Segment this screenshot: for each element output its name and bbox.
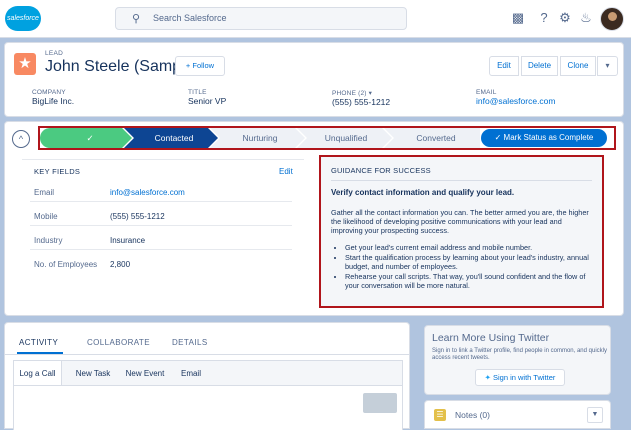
key-field-value: 2,800 — [110, 260, 131, 269]
activity-card: ACTIVITY COLLABORATE DETAILS Log a Call … — [4, 322, 410, 430]
notifications-bell-icon[interactable]: ♨ — [578, 10, 594, 26]
field-label: TITLE — [188, 89, 207, 96]
twitter-bird-icon: ✦ — [484, 373, 491, 382]
follow-button[interactable]: + Follow — [175, 56, 225, 76]
notes-card: ☰ Notes (0) ▼ — [424, 400, 611, 429]
edit-button[interactable]: Edit — [489, 56, 519, 76]
complete-check-icon: ✓ — [86, 133, 94, 143]
stage-label: Converted — [416, 133, 456, 143]
app-launcher-icon[interactable]: ▩ — [510, 10, 526, 26]
subtab-email[interactable]: Email — [174, 361, 208, 386]
user-avatar[interactable] — [600, 7, 624, 31]
record-header: ★ LEAD John Steele (Sample) + Follow Edi… — [4, 42, 624, 117]
collapse-path-toggle[interactable]: ^ — [12, 130, 30, 148]
subtab-new-task[interactable]: New Task — [70, 361, 116, 386]
twitter-title: Learn More Using Twitter — [432, 332, 550, 344]
field-phone[interactable]: PHONE (2) ▾ (555) 555-1212 — [332, 89, 390, 107]
mark-status-complete-button[interactable]: ✓ Mark Status as Complete — [481, 129, 607, 147]
path-labels: ✓ Contacted Nurturing Unqualified Conver… — [40, 128, 480, 148]
key-field-label: Email — [34, 188, 55, 197]
field-value: BigLife Inc. — [32, 96, 75, 106]
field-label[interactable]: PHONE (2) ▾ — [332, 89, 390, 97]
field-value: Senior VP — [188, 96, 227, 106]
subtab-log-a-call[interactable]: Log a Call — [14, 361, 62, 386]
twitter-description: Sign in to link a Twitter profile, find … — [432, 348, 607, 361]
clone-button[interactable]: Clone — [560, 56, 596, 76]
stage-label: Nurturing — [242, 133, 278, 143]
search-placeholder: Search Salesforce — [153, 13, 227, 23]
key-fields-title: KEY FIELDS — [34, 167, 81, 176]
help-icon[interactable]: ? — [536, 10, 552, 25]
publisher-body — [13, 385, 403, 430]
key-field-label: Industry — [34, 236, 63, 245]
email-link[interactable]: info@salesforce.com — [476, 96, 556, 106]
search-icon: ⚲ — [132, 13, 141, 25]
key-field-email-link[interactable]: info@salesforce.com — [110, 188, 185, 197]
more-actions-dropdown[interactable]: ▾ — [597, 56, 618, 76]
twitter-card: Learn More Using Twitter Sign in to link… — [424, 325, 611, 395]
notes-title[interactable]: Notes (0) — [455, 410, 490, 420]
twitter-button-label: Sign in with Twitter — [493, 373, 556, 382]
field-label: COMPANY — [32, 89, 66, 96]
field-company: COMPANY BigLife Inc. — [32, 89, 74, 106]
salesforce-logo[interactable]: salesforce — [5, 6, 41, 31]
setup-gear-icon[interactable]: ⚙ — [557, 10, 573, 26]
stage-label: Unqualified — [324, 133, 368, 143]
global-search-input[interactable]: ⚲ Search Salesforce — [115, 7, 407, 30]
key-field-label: Mobile — [34, 212, 58, 221]
divider — [22, 159, 304, 160]
object-label: LEAD — [45, 50, 64, 57]
field-value[interactable]: (555) 555-1212 — [332, 97, 390, 107]
sign-in-twitter-button[interactable]: ✦ Sign in with Twitter — [475, 369, 565, 386]
key-field-label: No. of Employees — [34, 260, 98, 269]
key-field-value: Insurance — [110, 236, 146, 245]
chevron-down-icon[interactable]: ▼ — [587, 407, 603, 423]
notes-icon: ☰ — [434, 409, 446, 421]
field-email[interactable]: EMAIL info@salesforce.com — [476, 89, 556, 106]
divider — [30, 249, 292, 250]
divider — [5, 354, 409, 355]
tab-activity[interactable]: ACTIVITY — [19, 338, 58, 347]
key-field-value: (555) 555-1212 — [110, 212, 165, 221]
subtab-new-event[interactable]: New Event — [120, 361, 170, 386]
tab-collaborate[interactable]: COLLABORATE — [87, 338, 150, 347]
stage-label: Contacted — [154, 133, 194, 143]
key-fields-edit-link[interactable]: Edit — [279, 167, 293, 176]
publisher-action-button[interactable] — [363, 393, 397, 413]
divider — [30, 201, 292, 202]
delete-button[interactable]: Delete — [521, 56, 558, 76]
guidance-highlight-box — [319, 155, 604, 308]
lead-star-icon: ★ — [14, 53, 36, 75]
publisher-tabs: Log a Call New Task New Event Email — [13, 360, 403, 386]
field-label: EMAIL — [476, 89, 497, 96]
global-header: salesforce ⚲ Search Salesforce ▩ ? ⚙ ♨ — [0, 0, 631, 38]
field-title: TITLE Senior VP — [188, 89, 226, 106]
tab-details[interactable]: DETAILS — [172, 338, 208, 347]
divider — [30, 225, 292, 226]
